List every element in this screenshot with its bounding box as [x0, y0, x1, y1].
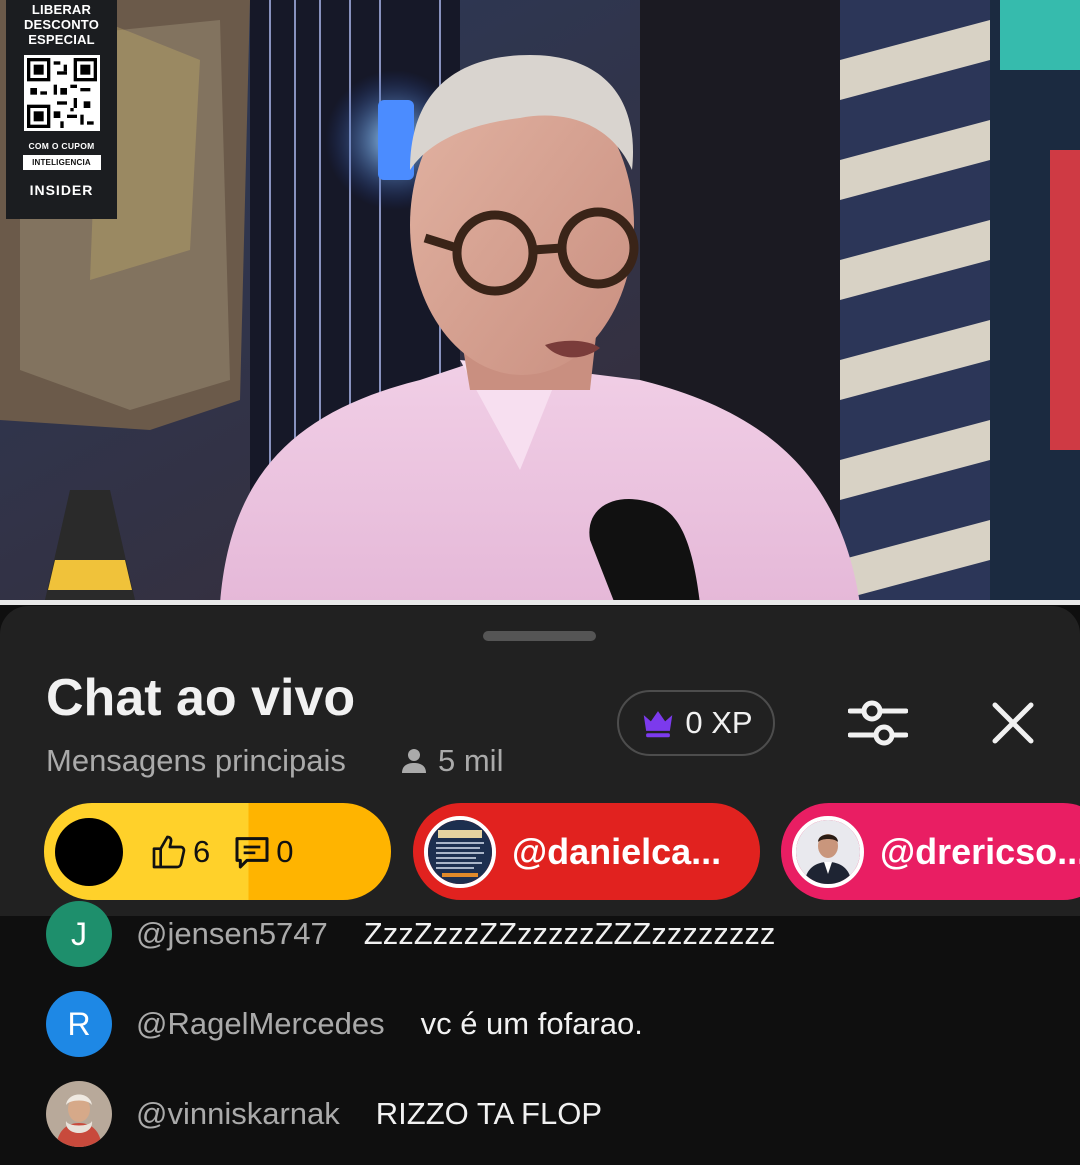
person-icon	[402, 749, 426, 773]
comments-count: 0	[276, 833, 294, 869]
viewer-count: 5 mil	[398, 742, 503, 780]
likes-stat: 6	[149, 832, 210, 872]
pinned-handle: @danielca...	[512, 830, 722, 872]
video-player[interactable]: LIBERAR DESCONTO ESPECIAL COM O CUPOM IN…	[0, 0, 1080, 604]
message-text: vc é um fofarao.	[420, 1006, 643, 1041]
video-frame	[0, 0, 1080, 604]
chat-mode-selector[interactable]: Mensagens principais	[46, 742, 346, 780]
pinned-handle: @drericso...	[880, 830, 1080, 872]
drag-handle[interactable]	[483, 631, 596, 641]
promo-line-3: ESPECIAL	[28, 32, 95, 47]
screen: LIBERAR DESCONTO ESPECIAL COM O CUPOM IN…	[0, 0, 1080, 1165]
close-icon	[992, 702, 1034, 744]
promo-line-2: DESCONTO	[23, 17, 100, 32]
close-chat-button[interactable]	[978, 690, 1048, 756]
xp-label: 0 XP	[685, 705, 753, 740]
promo-brand-logo: INSIDER	[29, 182, 94, 198]
viewer-count-label: 5 mil	[438, 743, 504, 778]
promo-coupon-code: INTELIGENCIA	[22, 155, 101, 170]
video-divider	[0, 600, 1080, 605]
qr-code	[23, 55, 100, 131]
promo-line-1: LIBERAR	[31, 2, 92, 17]
xp-button[interactable]: 0 XP	[617, 690, 775, 756]
pinned-poll-chip[interactable]: 6 0	[44, 803, 391, 900]
chat-title: Chat ao vivo	[46, 669, 356, 727]
avatar	[55, 817, 123, 886]
chat-message[interactable]: R @RagelMercedes vc é um fofarao.	[46, 990, 1076, 1058]
pinned-donation-chip-2[interactable]: @drericso...	[781, 803, 1080, 900]
sliders-icon	[848, 700, 908, 746]
likes-count: 6	[193, 833, 211, 869]
avatar[interactable]: R	[46, 991, 112, 1057]
message-author[interactable]: @vinniskarnak	[136, 1096, 340, 1132]
avatar	[424, 815, 496, 888]
chat-message[interactable]: J @jensen5747 ZzzZzzzZZzzzzzZZZzzzzzzzz	[46, 900, 1076, 968]
chat-filter-button[interactable]	[842, 690, 914, 756]
pinned-donation-chip-1[interactable]: @danielca...	[413, 803, 760, 900]
crown-icon	[644, 711, 673, 738]
comments-stat: 0	[232, 832, 294, 872]
message-author[interactable]: @RagelMercedes	[136, 1006, 385, 1042]
avatar[interactable]	[46, 1081, 112, 1147]
avatar	[792, 815, 864, 888]
message-text: ZzzZzzzZZzzzzzZZZzzzzzzzz	[363, 916, 776, 951]
pinned-items-row: 6 0 @danielca... @drericso...	[0, 803, 1080, 900]
message-text: RIZZO TA FLOP	[375, 1096, 602, 1131]
chat-message[interactable]: @vinniskarnak RIZZO TA FLOP	[46, 1080, 1076, 1148]
message-author[interactable]: @jensen5747	[136, 916, 328, 952]
avatar[interactable]: J	[46, 901, 112, 967]
thumbs-up-icon	[152, 835, 186, 868]
comment-icon	[235, 836, 269, 868]
promo-coupon-prefix: COM O CUPOM	[28, 141, 95, 151]
promo-overlay[interactable]: LIBERAR DESCONTO ESPECIAL COM O CUPOM IN…	[6, 0, 117, 219]
